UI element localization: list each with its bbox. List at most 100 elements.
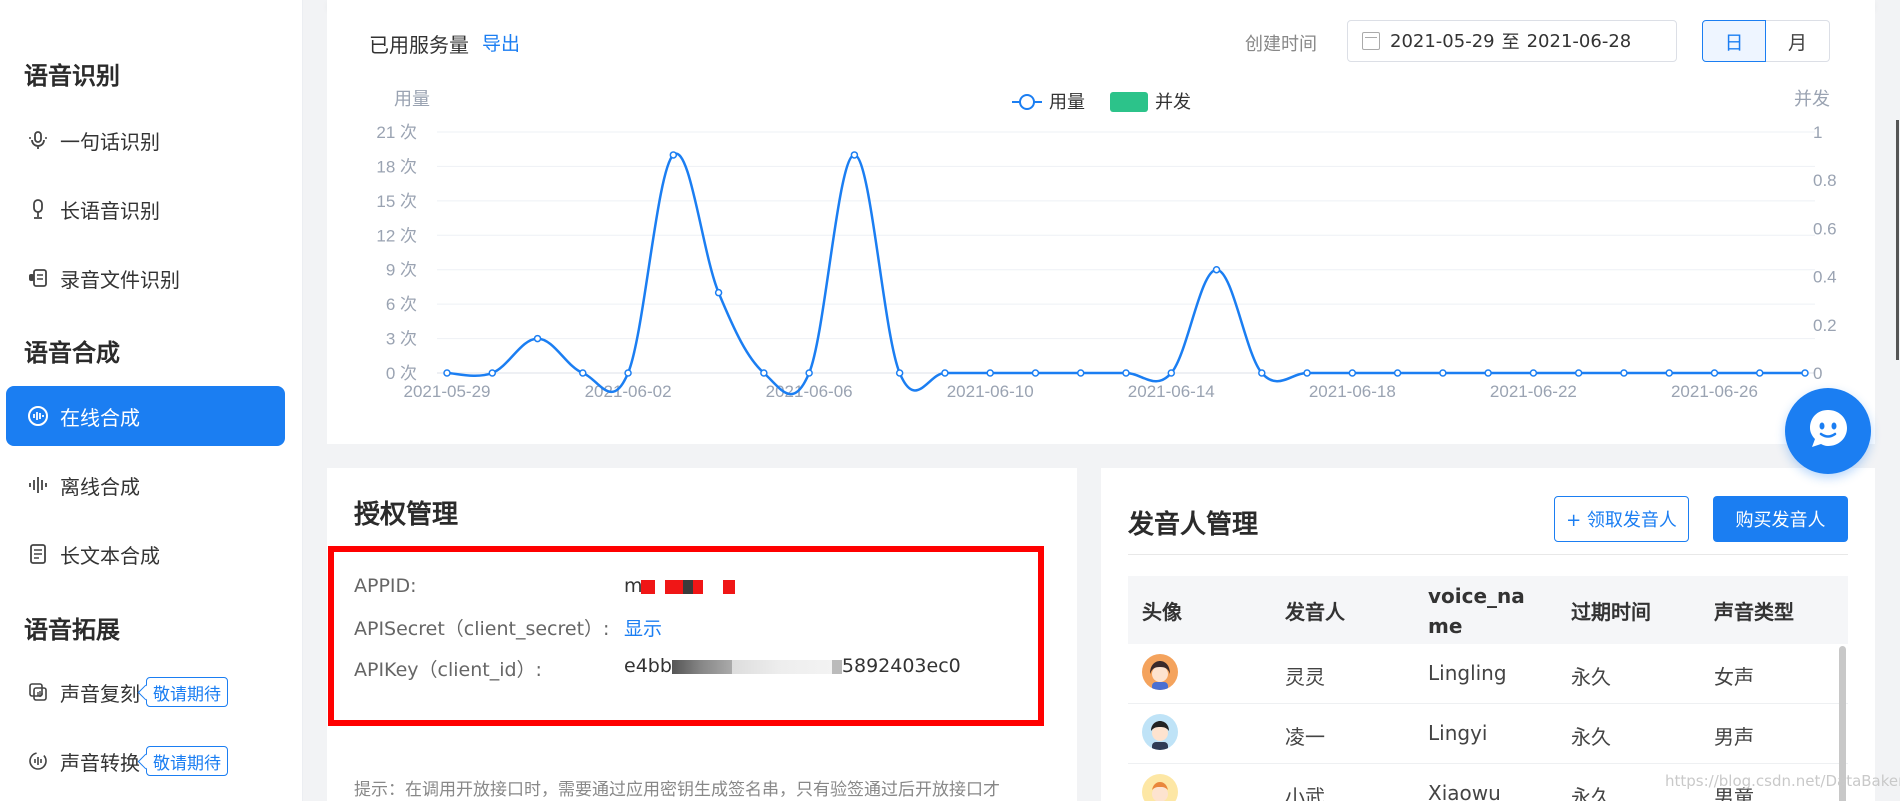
document-icon [24,540,52,568]
usage-data-point [1393,369,1402,377]
usage-data-point [579,369,587,377]
y-left-tick-label: 0 次 [386,364,417,383]
sidebar-item-label: 声音转换 [60,750,140,775]
usage-data-point [850,151,859,159]
x-tick-label: 2021-06-18 [1309,382,1396,401]
sidebar-item-file-recognition[interactable]: 录音文件识别 [6,248,285,308]
usage-data-point [895,369,904,377]
x-tick-label: 2021-06-14 [1128,382,1215,401]
key-value: e4bb 5892403ec0 [624,655,961,677]
watermark: https://blog.csdn.net/DataBaker [1665,772,1900,790]
divider [1128,554,1848,555]
voice-name: Lingyi [1428,721,1488,745]
redaction-mark [702,579,723,594]
usage-data-point [533,334,542,343]
y-left-tick-label: 6 次 [386,295,417,314]
y-left-tick-label: 12 次 [376,226,417,245]
usage-data-point [1303,369,1311,377]
usage-line-chart: 0 次 3 次 6 次 9 次 12 次 15 次 18 次 21 次 0 0.2 0.4 0.6 0.… [376,89,1837,401]
y-right-tick-label: 0.8 [1813,171,1837,190]
usage-data-point [1167,369,1176,377]
usage-data-point [805,369,813,377]
sidebar-item-long-text-synthesis[interactable]: 长文本合成 [6,524,285,584]
redaction-mark [722,579,735,594]
x-tick-label: 2021-05-29 [404,382,491,401]
hint-text: 提示：在调用开放接口时，需要通过应用密钥生成签名串，只有验签通过后开放接口才 [354,780,1000,800]
auth-panel: 授权管理 APPID: m APISecret（client_secret）: … [327,468,1077,801]
voice-name: Lingling [1428,661,1507,685]
usage-data-point [1710,369,1719,377]
y-right-tick-label: 0.6 [1813,219,1837,238]
sidebar-item-label: 声音复刻 [60,681,140,706]
online-wave-icon [24,402,52,430]
section-title-recognition: 语音识别 [24,62,120,90]
speaker-title: 发音人管理 [1128,510,1259,540]
voice-clone-icon [24,678,52,706]
redaction-mark [692,579,703,594]
x-tick-label: 2021-06-22 [1490,382,1577,401]
key-value-end: 5892403ec0 [841,655,961,677]
usage-data-point [1348,369,1357,377]
sidebar-item-long-recognition[interactable]: 长语音识别 [6,179,285,239]
avatar [1142,774,1178,801]
usage-data-point [1529,369,1538,377]
legend-concurrency-swatch [1110,92,1148,112]
chat-face-icon [1804,405,1852,457]
appid-value: m [624,575,735,597]
y-left-tick-label: 21 次 [376,123,417,142]
y-right-axis-title: 并发 [1794,89,1830,109]
legend-usage-marker [1019,94,1035,110]
appid-label: APPID: [354,575,417,597]
claim-speaker-button[interactable]: + 领取发音人 [1554,496,1689,542]
key-value-start: e4bb [624,655,672,677]
sidebar-item-label: 在线合成 [60,405,140,430]
auth-title: 授权管理 [354,500,459,530]
coming-soon-badge: 敬请期待 [146,677,228,707]
sidebar-item-voice-clone[interactable]: 声音复刻 敬请期待 [6,662,285,722]
y-right-tick-label: 0 [1813,364,1822,383]
sidebar-item-offline-synthesis[interactable]: 离线合成 [6,455,285,515]
usage-data-point [1076,369,1085,377]
usage-data-point [1574,369,1583,377]
col-avatar: 头像 [1142,600,1182,624]
usage-data-point [1122,369,1130,377]
y-right-tick-label: 1 [1813,123,1822,142]
y-left-tick-label: 9 次 [386,261,417,280]
page-scrollbar[interactable] [1896,120,1899,360]
legend-concurrency-label: 并发 [1155,92,1191,112]
x-tick-label: 2021-06-10 [947,382,1034,401]
buy-speaker-button[interactable]: 购买发音人 [1713,496,1848,542]
y-right-tick-label: 0.4 [1813,268,1837,287]
col-voice-name: voice_name [1428,584,1525,638]
usage-data-point [1212,265,1221,274]
usage-data-point [1801,369,1809,377]
usage-data-point [1439,369,1447,377]
redaction-mark [654,579,665,594]
mic-shield-icon [24,195,52,223]
usage-data-point [1031,369,1040,377]
table-row[interactable]: 凌一 Lingyi 永久 男声 [1128,704,1848,764]
voice-type: 男声 [1714,725,1754,749]
sidebar-item-online-synthesis[interactable]: 在线合成 [6,386,285,446]
table-row[interactable]: 灵灵 Lingling 永久 女声 [1128,644,1848,704]
microphone-icon [24,126,52,154]
usage-data-point [986,369,994,377]
section-title-synthesis: 语音合成 [24,339,120,367]
usage-data-point [1620,369,1628,377]
expiry: 永久 [1571,785,1611,801]
speaker-name: 小武 [1285,785,1325,801]
sidebar-item-voice-convert[interactable]: 声音转换 敬请期待 [6,731,285,791]
speaker-name: 凌一 [1285,725,1325,749]
usage-data-point [1258,369,1266,377]
usage-data-point [760,369,768,377]
speaker-panel: 发音人管理 + 领取发音人 购买发音人 头像 发音人 voice_name 过期… [1101,468,1875,801]
col-expiry: 过期时间 [1571,600,1651,624]
usage-data-point [669,151,678,159]
chat-support-button[interactable] [1785,388,1871,474]
sidebar-item-short-recognition[interactable]: 一句话识别 [6,110,285,170]
usage-data-point [714,288,723,297]
y-right-tick-label: 0.2 [1813,316,1837,335]
show-secret-link[interactable]: 显示 [624,614,662,641]
col-voice-type: 声音类型 [1714,600,1794,624]
expiry: 永久 [1571,725,1611,749]
